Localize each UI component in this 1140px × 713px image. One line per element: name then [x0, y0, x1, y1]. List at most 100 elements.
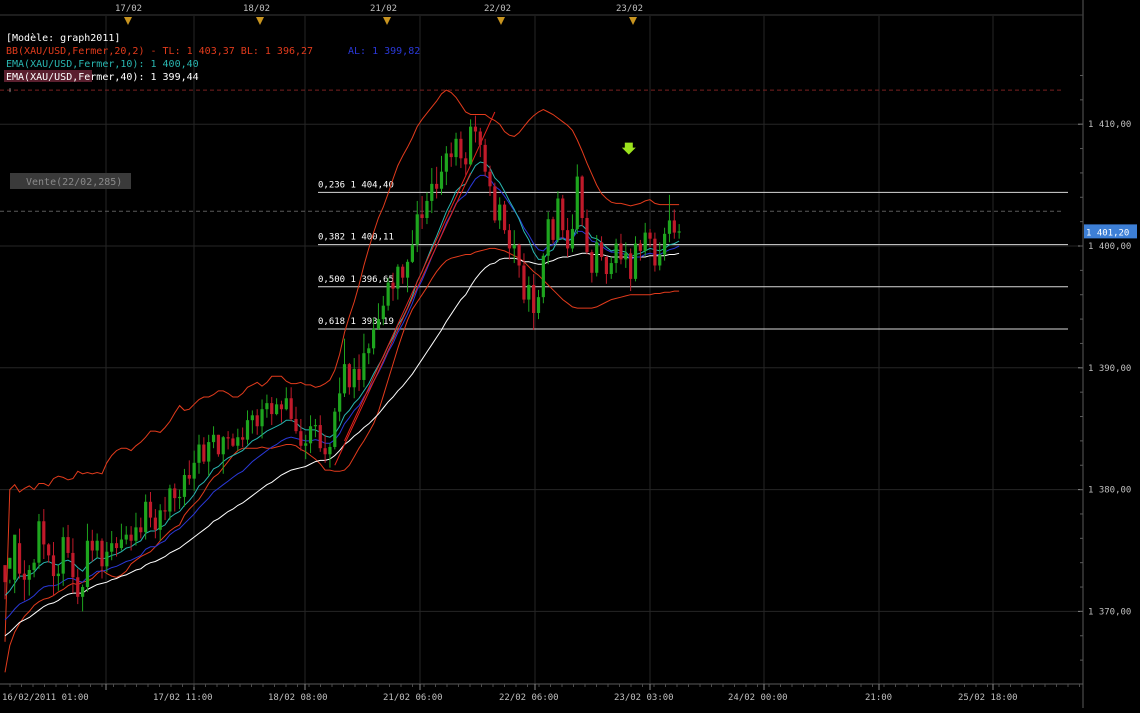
candle-body [90, 540, 94, 551]
candle-body [464, 158, 468, 165]
candle-body [439, 171, 444, 189]
legend-ema40: EMA(XAU/USD,Fermer,40): 1 399,44 [6, 72, 199, 83]
candle-body [449, 153, 453, 158]
candle-body [338, 393, 342, 412]
candle-body [663, 233, 667, 255]
candle-body [129, 534, 133, 541]
candle-body [318, 425, 322, 449]
candle-body [580, 176, 584, 218]
candle-body [590, 252, 594, 273]
candle-body [551, 219, 555, 240]
candle-body [444, 153, 448, 172]
candle-body [211, 434, 216, 443]
candle-body [226, 437, 230, 439]
candle-body [153, 517, 157, 530]
candle-body [51, 555, 56, 577]
candle-body [425, 200, 429, 218]
candle-body [430, 183, 434, 201]
candle-body [32, 562, 36, 570]
candle-body [488, 171, 492, 187]
candle-body [381, 305, 385, 320]
candle-body [410, 244, 414, 262]
candle [551, 216, 555, 244]
candle-body [313, 425, 317, 427]
top-date-label: 18/02 [243, 4, 270, 14]
candle-body [362, 353, 366, 380]
candle-body [178, 496, 182, 499]
x-tick-label: 25/02 18:00 [958, 693, 1018, 703]
candle-body [415, 214, 419, 245]
candle-body [260, 409, 264, 427]
candle-body [347, 364, 351, 388]
candle-body [328, 446, 332, 455]
x-tick-label: 24/02 00:00 [728, 693, 788, 703]
candle-body [95, 540, 99, 551]
x-tick-label: 21/02 06:00 [383, 693, 443, 703]
candle-body [284, 398, 288, 410]
candle-body [648, 232, 652, 239]
x-tick-label: 16/02/2011 01:00 [2, 693, 89, 703]
current-price-label: 1 401,20 [1086, 228, 1129, 238]
candle-body [372, 328, 376, 349]
candle-body [231, 438, 235, 446]
candle-body [22, 573, 26, 580]
candle-body [255, 415, 259, 427]
candle-body [148, 501, 153, 518]
candle-body [37, 521, 41, 563]
candle-body [66, 537, 70, 553]
top-date-label: 23/02 [616, 4, 643, 14]
candle-body [643, 232, 647, 251]
candle-body [163, 510, 167, 512]
candle-body [265, 403, 269, 410]
candle-body [638, 243, 642, 251]
candle [502, 200, 507, 234]
candle-body [405, 261, 410, 278]
candle [386, 277, 390, 311]
candle-body [522, 265, 526, 300]
candle-body [595, 242, 599, 273]
y-tick-label: 1 380,00 [1088, 486, 1131, 496]
candle-body [241, 437, 245, 440]
candle-body [401, 266, 405, 278]
top-date-label: 21/02 [370, 4, 397, 14]
candle-body [216, 434, 220, 455]
candle-body [134, 527, 138, 541]
candle-body [81, 587, 85, 597]
candle-body [289, 398, 293, 419]
candle-body [13, 534, 17, 580]
x-tick-label: 17/02 11:00 [153, 693, 213, 703]
candle-body [614, 243, 618, 264]
candle-body [182, 474, 187, 497]
candle-body [546, 219, 550, 256]
candle-body [502, 204, 507, 231]
candle-body [658, 254, 662, 266]
candle-body [124, 534, 128, 540]
model-label: [Modèle: graph2011] [6, 32, 120, 44]
candle-body [512, 244, 516, 249]
candle-body [624, 253, 628, 260]
x-tick-label: 22/02 06:00 [499, 693, 559, 703]
candle-body [17, 543, 22, 574]
top-date-label: 22/02 [484, 4, 511, 14]
y-tick-label: 1 410,00 [1088, 120, 1131, 130]
candle-body [367, 348, 371, 354]
candle [541, 253, 545, 304]
x-tick-label: 18/02 08:00 [268, 693, 328, 703]
candle-body [469, 126, 473, 165]
candle [556, 191, 560, 243]
candle-body [585, 217, 589, 253]
candle-body [192, 462, 196, 479]
candle-body [396, 266, 400, 289]
candle-body [85, 540, 90, 588]
candle [216, 434, 220, 457]
candle-body [677, 231, 681, 233]
candle-body [119, 539, 123, 549]
candle-body [187, 474, 191, 479]
order-label[interactable]: Vente(22/02,285) [26, 177, 122, 188]
candle-body [8, 557, 12, 569]
candle-body [250, 415, 254, 421]
candle-body [144, 501, 148, 533]
candle-body [629, 253, 633, 279]
candle-body [376, 319, 381, 329]
candle-body [391, 282, 395, 289]
